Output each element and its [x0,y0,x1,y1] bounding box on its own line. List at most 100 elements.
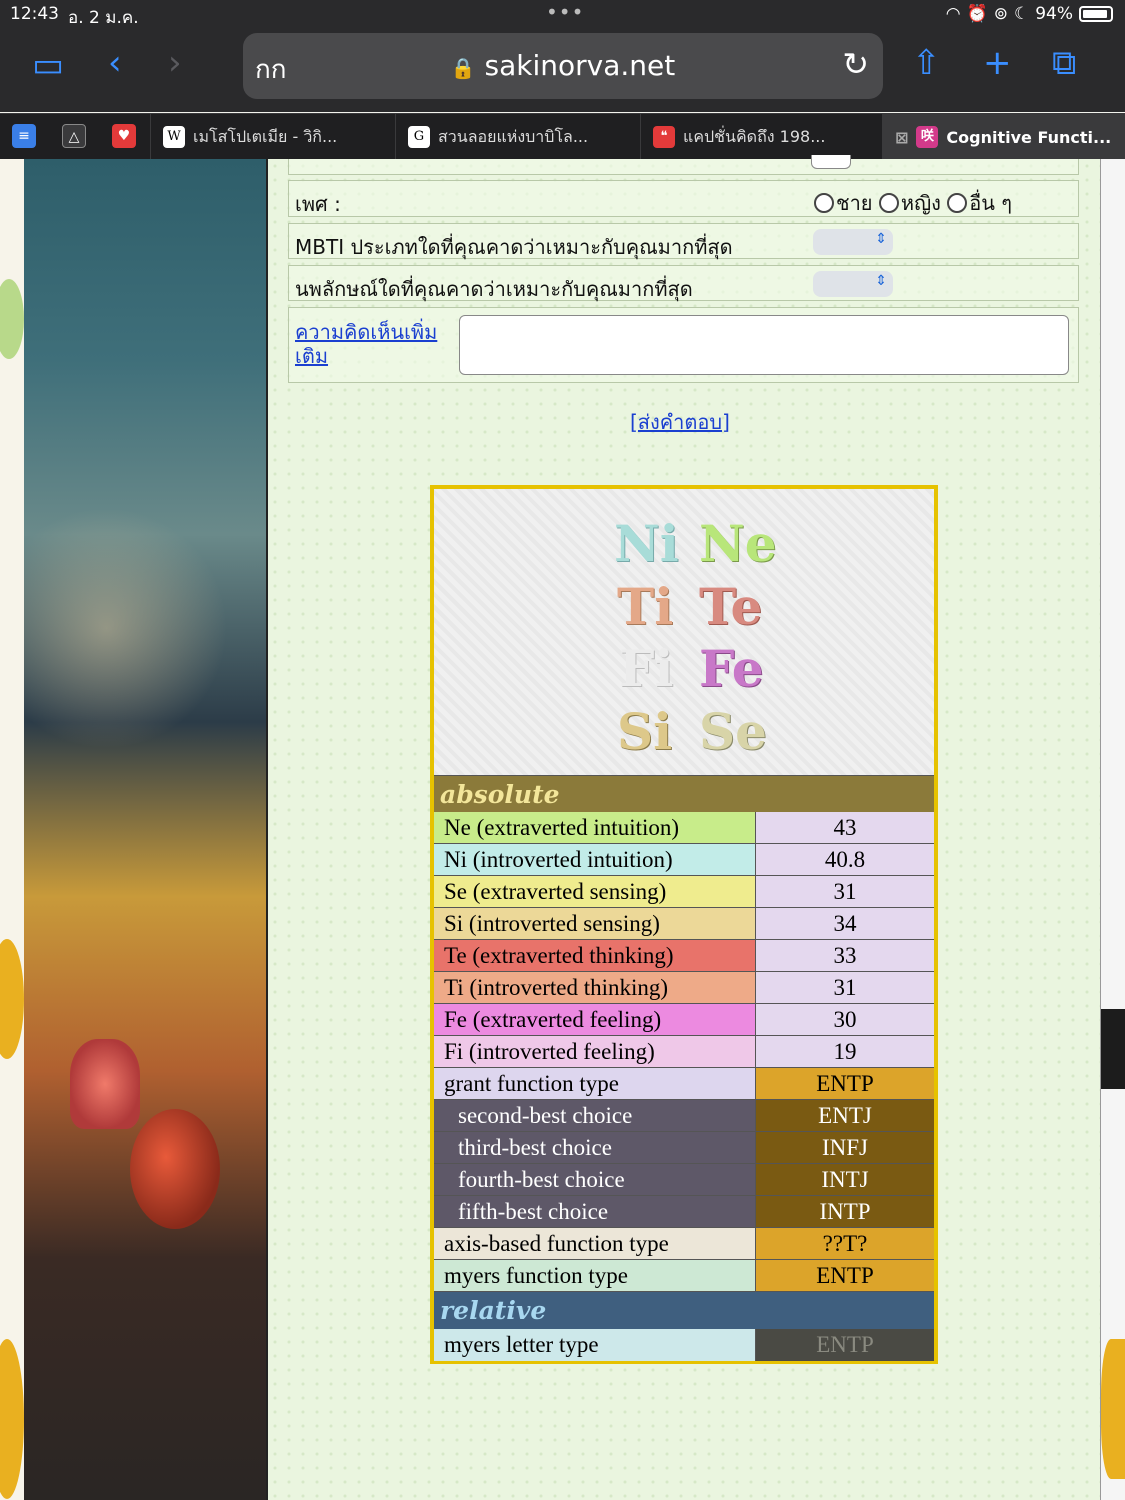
url-text: sakinorva.net [484,49,676,82]
sidebar-icon[interactable]: ▭ [32,48,64,82]
score-row: Fe (extraverted feeling) 30 [434,1004,934,1036]
back-icon[interactable]: ‹ [108,46,122,80]
score-value: 33 [756,940,934,972]
close-tab-icon[interactable]: ⊠ [895,128,908,147]
myers-letter-value: ENTP [756,1329,934,1361]
choice-value: INTJ [756,1164,934,1196]
score-row: Si (introverted sensing) 34 [434,908,934,940]
enneagram-select[interactable]: ⇕ [813,271,893,297]
tab-google[interactable]: G สวนลอยแห่งบาบิโล... [395,114,640,160]
function-fe: Fe [699,639,764,698]
mbti-select[interactable]: ⇕ [813,229,893,255]
score-value: 34 [756,908,934,940]
url-field[interactable]: 🔒 sakinorva.net [243,49,883,82]
score-label: Se (extraverted sensing) [434,876,756,908]
comment-link-line: ความคิดเห็นเพิ่ม [295,320,438,344]
tab-label: แคปชั่นคิดถึง 198... [683,126,826,146]
myers-function-value: ENTP [756,1260,934,1292]
score-value: 40.8 [756,844,934,876]
function-ne: Ne [699,514,777,573]
absolute-header: absolute [434,775,934,812]
tab-wikipedia[interactable]: W เมโสโปเตเมีย - วิกิ... [150,114,395,160]
radio-female[interactable] [878,193,899,213]
choice-value: INTP [756,1196,934,1228]
grant-value: ENTP [756,1068,934,1100]
right-margin [1100,159,1125,1500]
sakinorva-favicon-icon: 咲 [916,126,939,148]
score-value: 30 [756,1004,934,1036]
submit-link[interactable]: [ส่งคำตอบ] [630,406,730,438]
choice-value: ENTJ [756,1100,934,1132]
vase-shape [130,1109,220,1229]
score-row: Ne (extraverted intuition) 43 [434,812,934,844]
tab-caption[interactable]: ❝ แคปชั่นคิดถึง 198... [640,114,882,160]
decorative-side-image [0,159,266,1500]
status-right: ◠ ⏰ ⊚ ☾ 94% [946,4,1113,24]
grant-choice-row: third-best choice INFJ [434,1132,934,1164]
gender-option-label: หญิง [900,191,941,215]
score-value: 31 [756,876,934,908]
decor-blob [0,939,24,1059]
axis-row: axis-based function type ??T? [434,1228,934,1260]
docs-favicon-icon[interactable]: ≡ [12,124,36,148]
multitask-dots-icon[interactable]: ••• [546,0,584,24]
tab-label: Cognitive Functi... [946,127,1112,147]
comment-link-line: เติม [295,344,329,368]
radio-other[interactable] [947,193,968,213]
score-row: Fi (introverted feeling) 19 [434,1036,934,1068]
drive-favicon-icon[interactable]: △ [62,124,86,148]
status-date: อ. 2 ม.ค. [68,8,139,28]
gender-options: ชาย หญิง อื่น ๆ [814,187,1012,219]
reload-icon[interactable]: ↻ [842,45,869,83]
comment-link[interactable]: ความคิดเห็นเพิ่ม เติม [295,320,437,368]
myers-function-row: myers function type ENTP [434,1260,934,1292]
share-icon[interactable]: ⇧ [912,46,941,80]
gender-option-male[interactable]: ชาย [814,191,873,215]
mbti-row: MBTI ประเภทใดที่คุณคาดว่าเหมาะกับคุณมากท… [288,223,1079,259]
age-input[interactable] [811,155,851,169]
battery-icon [1079,6,1113,22]
tabs-overview-icon[interactable]: ⧉ [1052,46,1076,80]
gender-option-label: ชาย [836,191,873,215]
choice-label: third-best choice [434,1132,756,1164]
battery-percent: 94% [1035,4,1073,24]
gender-option-female[interactable]: หญิง [878,191,941,215]
tab-strip: ≡ △ ♥ W เมโสโปเตเมีย - วิกิ... G สวนลอยแ… [0,113,1125,160]
enneagram-label: นพลักษณ์ใดที่คุณคาดว่าเหมาะกับคุณมากที่ส… [295,277,693,301]
forward-icon[interactable]: › [168,46,182,80]
radio-male[interactable] [814,193,834,213]
gender-option-other[interactable]: อื่น ๆ [947,191,1012,215]
gender-option-label: อื่น ๆ [969,191,1013,215]
axis-label: axis-based function type [434,1228,756,1260]
grant-choice-row: fourth-best choice INTJ [434,1164,934,1196]
pocket-favicon-icon[interactable]: ♥ [112,124,136,148]
score-row: Se (extraverted sensing) 31 [434,876,934,908]
tab-label: เมโสโปเตเมีย - วิกิ... [193,126,338,146]
function-ni: Ni [614,514,679,573]
gender-row: เพศ : ชาย หญิง อื่น ๆ [288,180,1079,217]
score-label: Ni (introverted intuition) [434,844,756,876]
wifi-icon: ◠ [945,4,961,24]
grant-row: grant function type ENTP [434,1068,934,1100]
status-time: 12:43 [10,4,59,24]
score-label: Fe (extraverted feeling) [434,1004,756,1036]
decor-blob [0,279,24,359]
function-se: Se [699,702,767,761]
decor-strip [1101,1009,1125,1089]
decor-blob [1101,1339,1125,1479]
lamp-shape [70,1039,140,1129]
tab-cognitive-functions[interactable]: ⊠ 咲 Cognitive Functi... [882,114,1125,160]
address-bar[interactable]: กก 🔒 sakinorva.net ↻ [243,33,883,99]
select-chevron-icon: ⇕ [875,273,887,289]
new-tab-icon[interactable]: + [983,46,1012,80]
wikipedia-favicon-icon: W [163,126,185,148]
myers-letter-label: myers letter type [434,1329,756,1361]
grant-choice-row: fifth-best choice INTP [434,1196,934,1228]
choice-label: fourth-best choice [434,1164,756,1196]
left-margin [0,159,24,1500]
score-label: Ti (introverted thinking) [434,972,756,1004]
comment-textarea[interactable] [459,315,1069,375]
google-favicon-icon: G [408,126,430,148]
age-row [288,155,1079,175]
score-row: Te (extraverted thinking) 33 [434,940,934,972]
